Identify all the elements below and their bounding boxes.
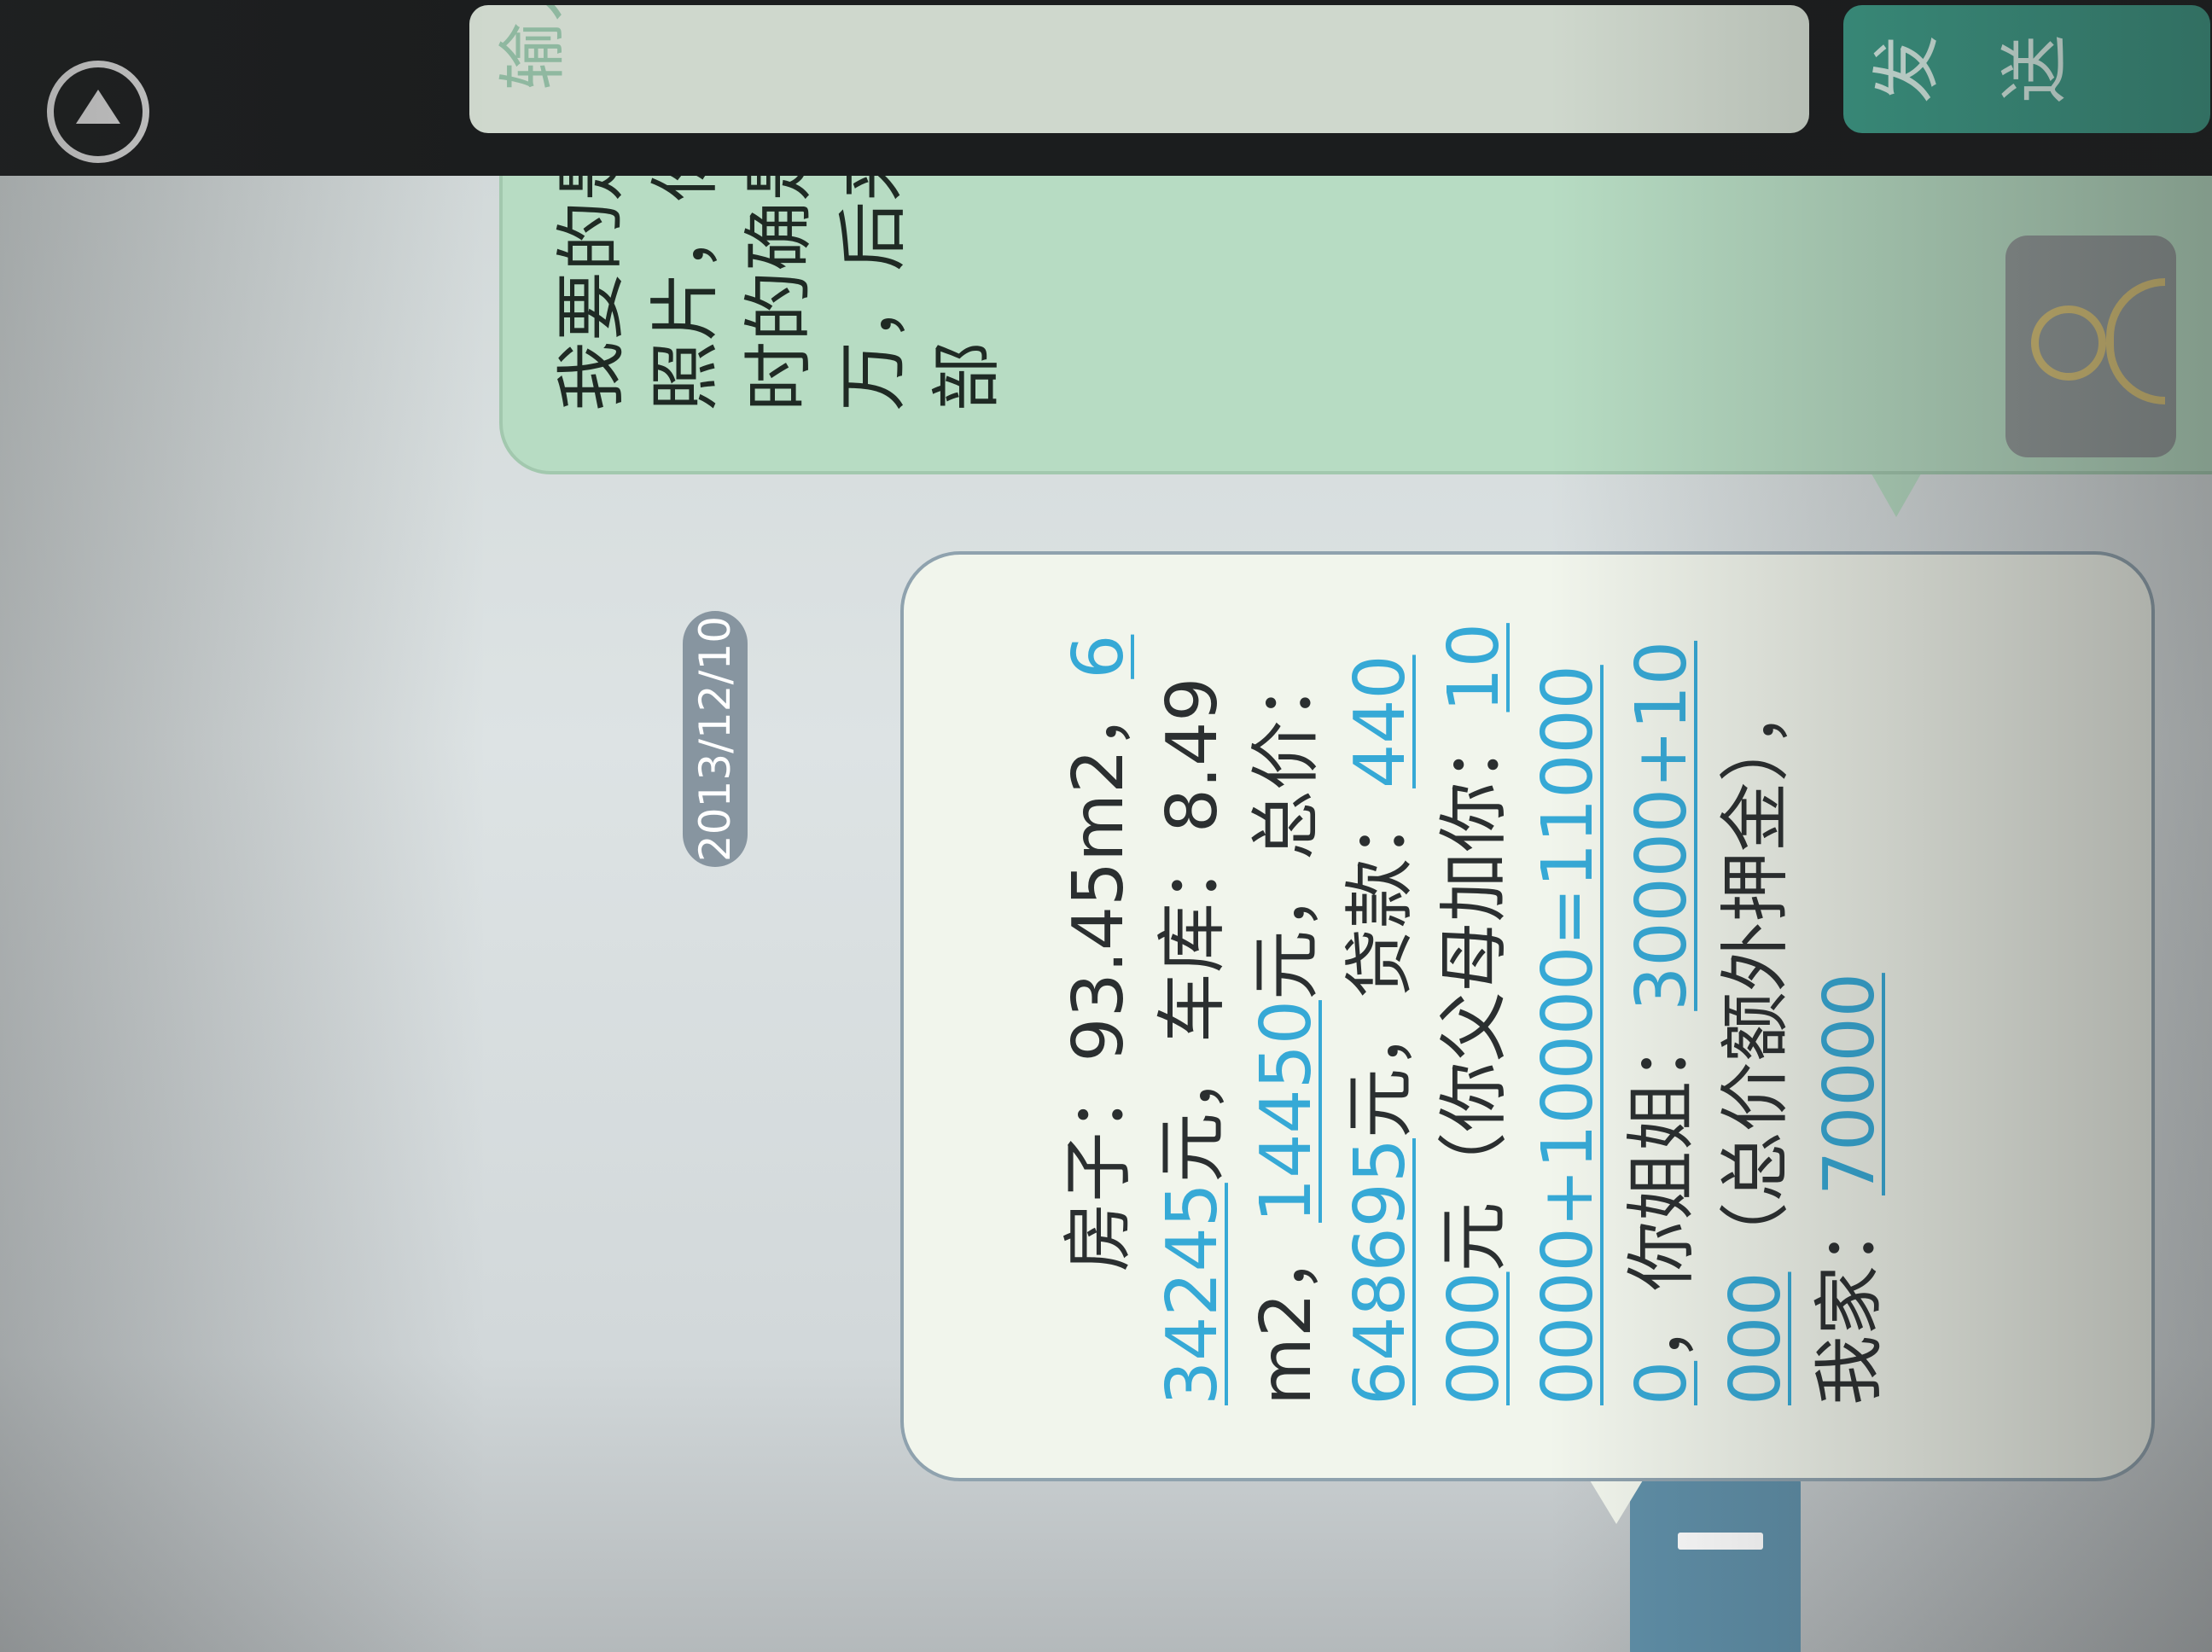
play-circle-icon[interactable]	[47, 61, 149, 163]
contact-person-icon[interactable]	[2005, 236, 2176, 457]
incoming-message-bubble[interactable]: 房子：93.45m2，634245元，车库：8.49m2，14450元，总价：6…	[900, 551, 2155, 1481]
send-button[interactable]: 发送	[1843, 5, 2210, 133]
number-link[interactable]: 14450	[1246, 1000, 1327, 1223]
number-link[interactable]: 648695	[1340, 1138, 1421, 1405]
date-separator: 2013/12/10	[683, 611, 748, 867]
msg-segment: 元，总价：	[1246, 650, 1327, 1001]
message-screen: 2013/12/10 房子：93.45m2，634245元，车库：8.49m2，…	[0, 0, 2212, 1652]
msg-segment: ，你姐姐：	[1621, 1010, 1703, 1361]
outgoing-bubble-tail	[1869, 469, 1924, 517]
contact-head-shape	[2031, 305, 2106, 381]
play-triangle	[76, 90, 120, 124]
sender-avatar[interactable]	[1630, 1464, 1801, 1652]
msg-segment: 房子：93.45m2，	[1058, 678, 1139, 1272]
number-link[interactable]: 0	[1621, 1361, 1703, 1405]
incoming-bubble-tail	[1587, 1476, 1645, 1524]
msg-segment: 元（你父母加你：	[1434, 712, 1515, 1272]
message-input[interactable]: 输入短信内容	[469, 5, 1809, 133]
number-link[interactable]: 70000	[1809, 973, 1890, 1195]
avatar-glyph	[1678, 1533, 1763, 1550]
incoming-message-text: 房子：93.45m2，634245元，车库：8.49m2，14450元，总价：6…	[958, 614, 1991, 1405]
contact-body-shape	[2106, 278, 2165, 404]
msg-segment: 元，贷款：	[1340, 788, 1421, 1138]
